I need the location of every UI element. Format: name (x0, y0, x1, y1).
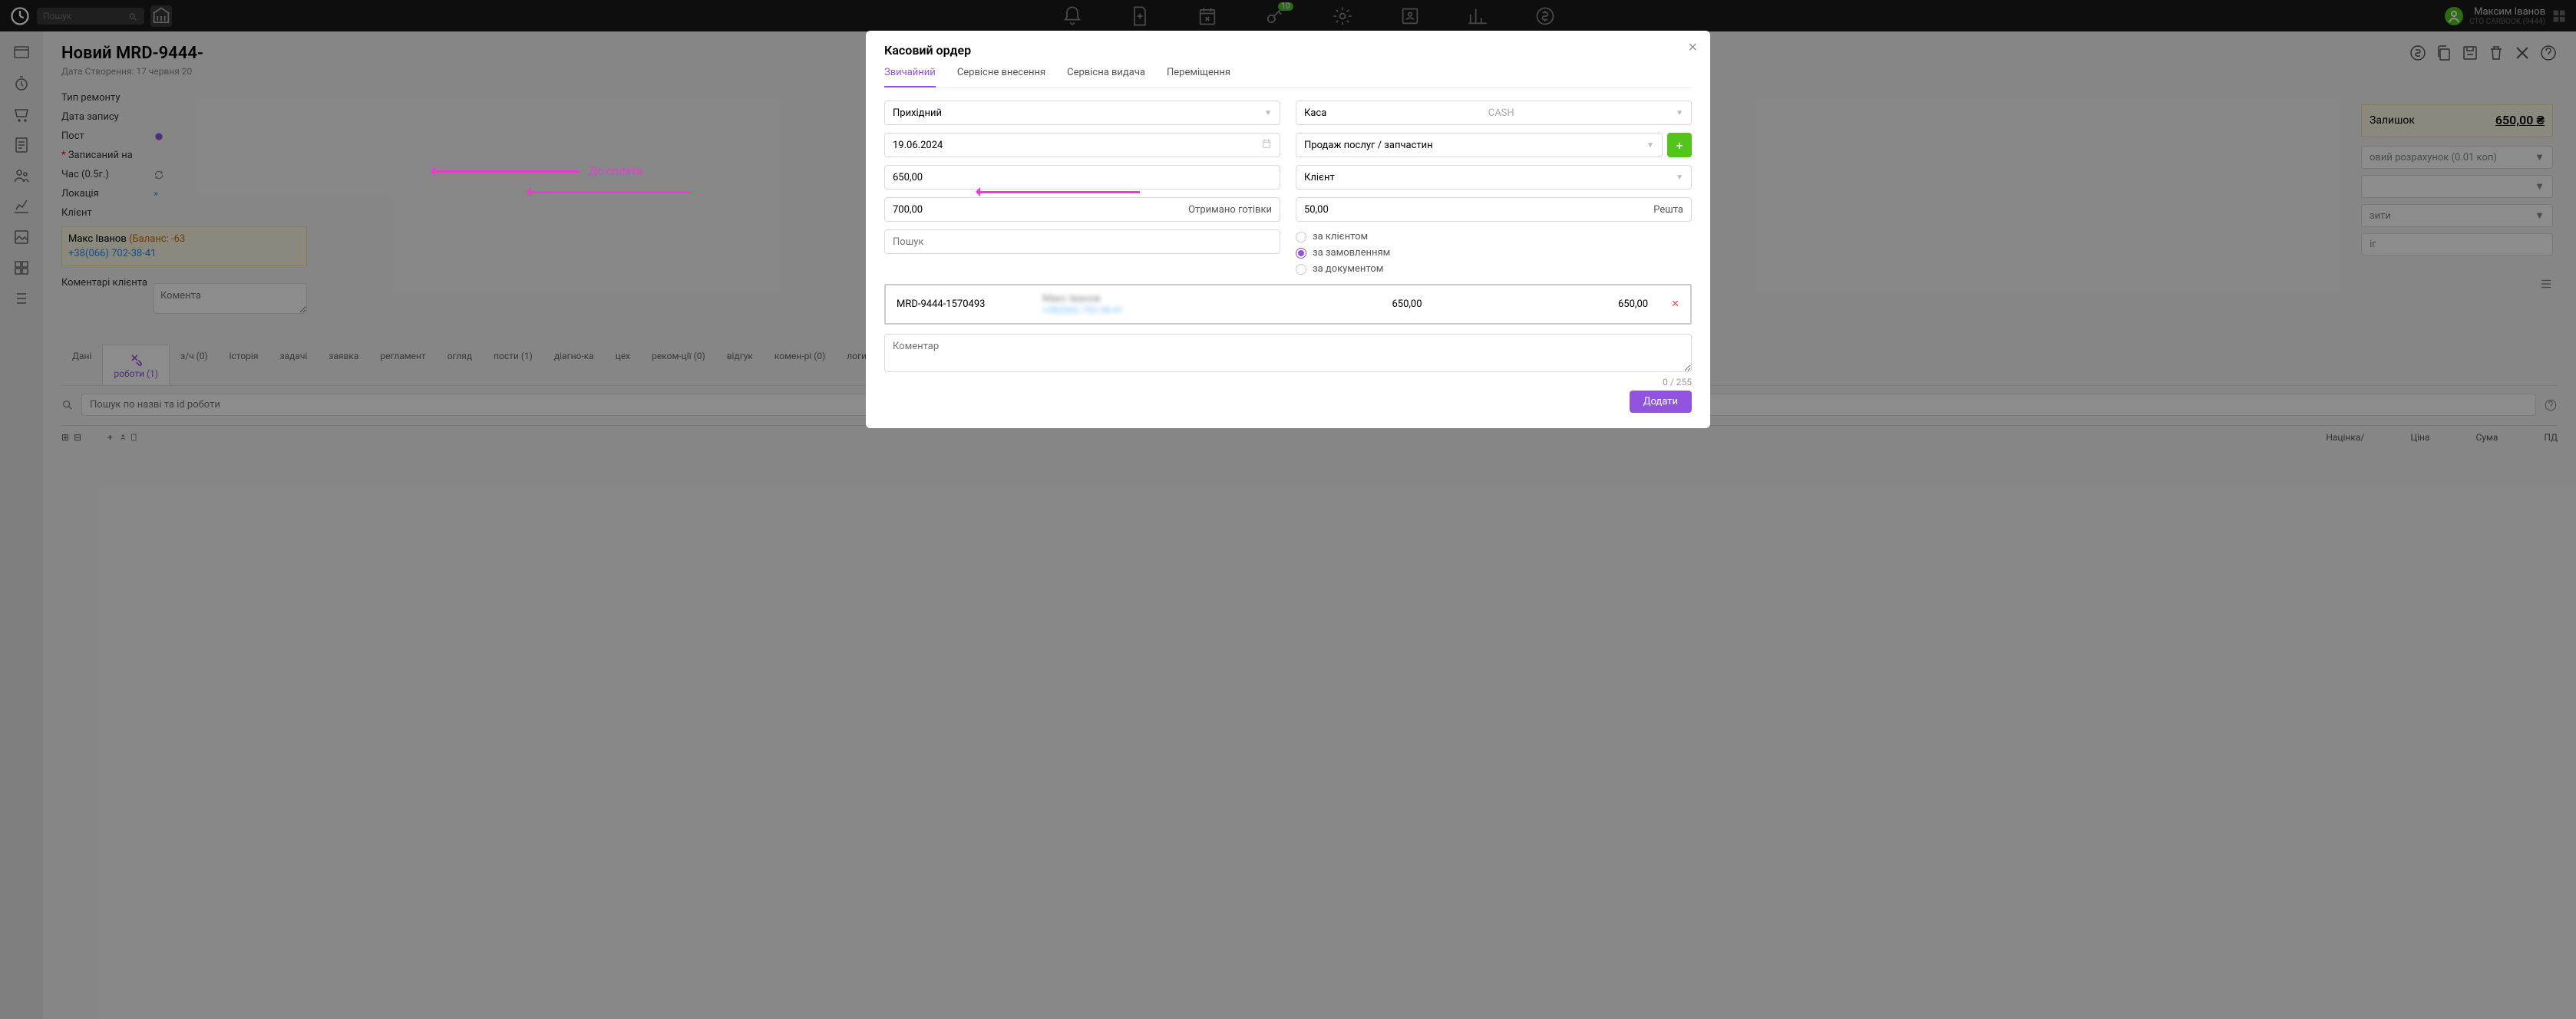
cashbox-select[interactable]: КасаCASH▼ (1296, 101, 1692, 125)
operation-select[interactable]: Продаж послуг / запчастин▼ (1296, 133, 1663, 157)
date-input[interactable]: 19.06.2024 (884, 133, 1280, 157)
comment-box: 0 / 255 (884, 334, 1692, 387)
radio-by-order[interactable]: за замовленням (1296, 247, 1692, 259)
modal-title: Касовий ордер (884, 43, 1692, 58)
doc-amount-1: 650,00 (1361, 298, 1422, 310)
cash-order-modal: ✕ Касовий ордер Звичайний Сервісне внесе… (866, 31, 1710, 428)
cash-received-input[interactable]: Отримано готівки (884, 197, 1280, 222)
annotation-change (979, 191, 1140, 193)
amount-due-input[interactable] (884, 165, 1280, 190)
close-icon[interactable]: ✕ (1688, 40, 1698, 54)
counterparty-select[interactable]: Клієнт▼ (1296, 165, 1692, 190)
filter-radios: за клієнтом за замовленням за документом (1296, 229, 1692, 275)
modal-tab-regular[interactable]: Звичайний (884, 67, 936, 87)
remove-doc-icon[interactable]: ✕ (1671, 298, 1679, 310)
order-type-select[interactable]: Прихідний▼ (884, 101, 1280, 125)
submit-button[interactable]: Додати (1630, 391, 1692, 413)
modal-tab-transfer[interactable]: Переміщення (1167, 67, 1230, 87)
calendar-icon (1261, 138, 1272, 152)
doc-amount-2: 650,00 (1587, 298, 1648, 310)
linked-document-row: MRD-9444-1570493 Макс Іванов +38(066) 70… (884, 284, 1692, 325)
change-input[interactable]: Решта (1296, 197, 1692, 222)
doc-id[interactable]: MRD-9444-1570493 (897, 298, 1019, 310)
annotation-to-pay: До сплати (434, 164, 643, 178)
doc-client: Макс Іванов +38(066) 702-38-41 (1042, 293, 1196, 315)
radio-by-document[interactable]: за документом (1296, 263, 1692, 275)
annotation-cash-received (530, 191, 691, 193)
search-counterparty-input[interactable] (884, 229, 1280, 254)
radio-by-client[interactable]: за клієнтом (1296, 231, 1692, 242)
comment-textarea[interactable] (884, 334, 1692, 372)
modal-tabs: Звичайний Сервісне внесення Сервісна вид… (884, 67, 1692, 88)
modal-tab-service-out[interactable]: Сервісна видача (1067, 67, 1145, 87)
add-operation-button[interactable]: + (1667, 133, 1692, 157)
modal-tab-service-in[interactable]: Сервісне внесення (957, 67, 1045, 87)
char-count: 0 / 255 (884, 377, 1692, 387)
